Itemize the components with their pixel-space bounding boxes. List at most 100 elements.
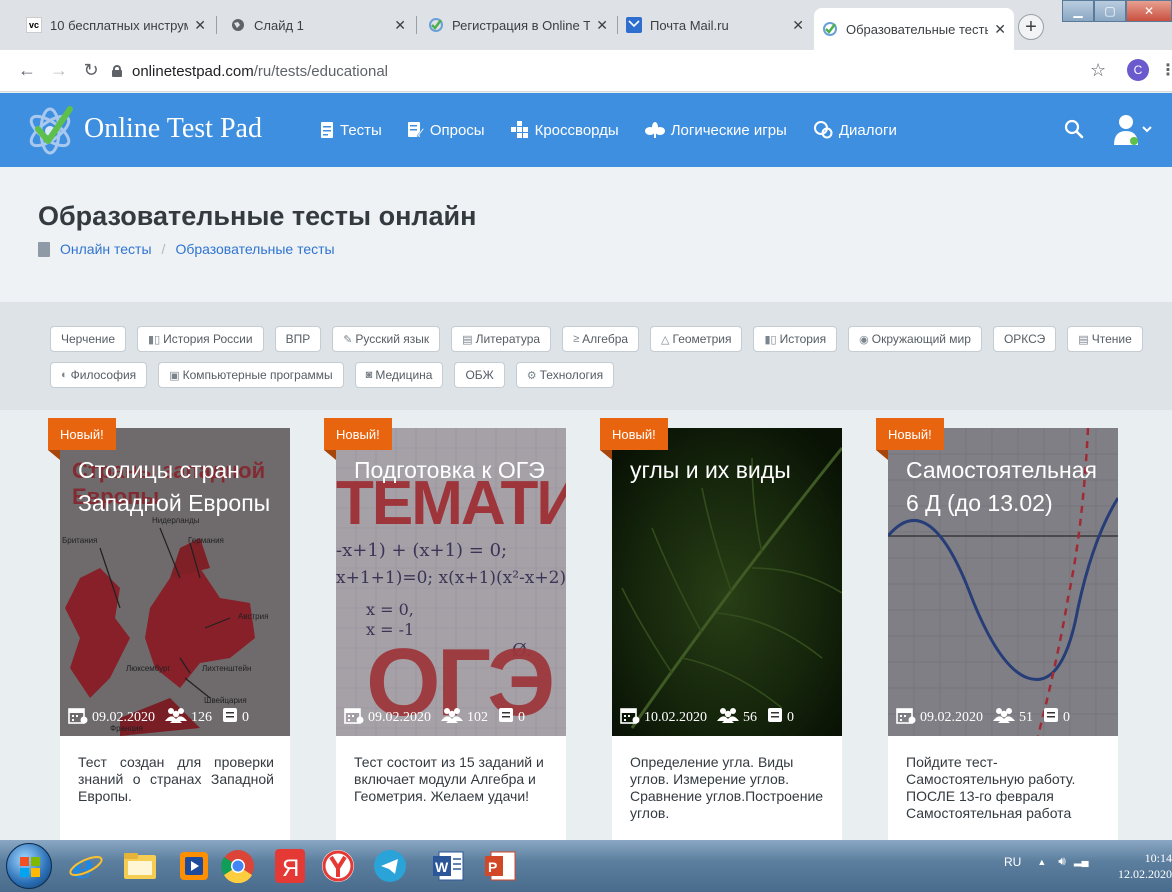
nav-crosswords[interactable]: Кроссворды	[510, 121, 619, 139]
calendar-icon	[68, 706, 88, 729]
vc-ru-favicon: vc	[26, 17, 42, 33]
test-card[interactable]: Новый! Самостоятельная 6 Д (до 13.02) 09…	[876, 418, 1118, 848]
category-chip-geometry[interactable]: △ Геометрия	[650, 326, 743, 352]
category-chip-obzh[interactable]: ОБЖ	[454, 362, 505, 388]
new-badge: Новый!	[324, 418, 392, 460]
yandex-icon[interactable]: Я	[270, 846, 310, 886]
reload-icon[interactable]: ↻	[80, 60, 102, 81]
user-account-icon[interactable]	[1112, 113, 1152, 147]
telegram-icon[interactable]	[370, 846, 410, 886]
nav-tests[interactable]: Тесты	[320, 122, 382, 139]
browser-tab-3[interactable]: Регистрация в Online Test P ✕	[420, 8, 616, 42]
book-icon: ▤	[1078, 333, 1089, 346]
card-comments: 0	[787, 709, 794, 725]
nav-dialogs[interactable]: Диалоги	[813, 121, 897, 139]
signal-icon[interactable]: ▂▄	[1074, 856, 1089, 867]
chip-label: ВПР	[285, 332, 311, 346]
mail-favicon	[626, 17, 642, 33]
taskbar-clock[interactable]: 10:14 12.02.2020	[1118, 850, 1172, 882]
chip-label: ОРКСЭ	[1003, 332, 1046, 346]
category-chip-medicine[interactable]: ◙ Медицина	[354, 362, 444, 388]
category-chip-algebra[interactable]: ≥ Алгебра	[562, 326, 640, 352]
nav-logic-games[interactable]: Логические игры	[644, 122, 787, 139]
history-icon: ▮▯	[764, 333, 777, 346]
language-indicator[interactable]: RU	[1004, 855, 1021, 869]
card-title[interactable]: углы и их виды	[630, 454, 830, 487]
maximize-icon[interactable]: ▢	[1094, 0, 1126, 22]
profile-avatar[interactable]: C	[1127, 59, 1149, 81]
chip-label: ОБЖ	[465, 368, 494, 382]
page-title: Образовательные тесты онлайн	[38, 201, 477, 231]
category-chip-technology[interactable]: ⚙ Технология	[515, 362, 615, 388]
test-card[interactable]: Новый! ТЕМАТИ -x+1) + (x+1) = 0; x+1+1)=…	[324, 418, 566, 848]
chrome-icon[interactable]	[218, 846, 258, 886]
card-title[interactable]: Подготовка к ОГЭ	[354, 454, 554, 487]
category-chip-history[interactable]: ▮▯ История	[753, 326, 838, 352]
site-logo[interactable]: Online Test Pad	[24, 99, 262, 159]
category-chip-russian-history[interactable]: ▮▯ История России	[137, 326, 264, 352]
forward-arrow-icon[interactable]: →	[48, 60, 70, 81]
media-icon[interactable]	[174, 846, 214, 886]
triangle-icon: △	[661, 333, 670, 346]
logic-games-icon	[644, 122, 665, 138]
category-filter: Черчение ▮▯ История России ВПР ✎ Русский я…	[0, 302, 1172, 410]
close-tab-icon[interactable]: ✕	[596, 17, 608, 34]
card-title[interactable]: Столицы стран Западной Европы	[78, 454, 278, 520]
test-card[interactable]: Новый! углы и их виды 10.02.2020 56 0 Оп…	[600, 418, 842, 848]
bookmark-star-icon[interactable]: ☆	[1090, 60, 1106, 81]
explorer-icon[interactable]	[120, 846, 160, 886]
document-icon	[38, 241, 50, 257]
browser-tab-active[interactable]: Образовательные тесты он ✕	[814, 8, 1014, 50]
category-chip-orkse[interactable]: ОРКСЭ	[992, 326, 1057, 352]
category-chip-philosophy[interactable]: ◐ Философия	[50, 362, 148, 388]
powerpoint-icon[interactable]: P	[480, 846, 520, 886]
card-description: Определение угла. Виды углов. Измерение …	[630, 754, 824, 821]
back-arrow-icon[interactable]: ←	[16, 60, 38, 81]
nav-polls[interactable]: Опросы	[407, 121, 485, 139]
tray-expand-icon[interactable]: ▲	[1037, 857, 1046, 867]
volume-icon[interactable]: 🔊︎	[1058, 854, 1066, 869]
browser-tab-2[interactable]: Слайд 1 ✕	[222, 8, 414, 42]
comments-icon	[767, 707, 783, 728]
category-chip-world-around[interactable]: ◉ Окружающий мир	[848, 326, 982, 352]
nav-label: Опросы	[429, 121, 485, 139]
category-chip-vpr[interactable]: ВПР	[274, 326, 322, 352]
url-field[interactable]: onlinetestpad.com/ru/tests/educational	[112, 58, 1112, 84]
category-chip-literature[interactable]: ▤ Литература	[451, 326, 552, 352]
close-tab-icon[interactable]: ✕	[394, 17, 406, 34]
word-icon[interactable]: W	[428, 846, 468, 886]
camera-icon: ◙	[365, 369, 373, 381]
close-tab-icon[interactable]: ✕	[994, 21, 1006, 38]
ie-icon[interactable]: e	[66, 846, 106, 886]
close-window-icon[interactable]: ✕	[1126, 0, 1172, 22]
breadcrumb-item-online-tests[interactable]: Онлайн тесты	[60, 241, 152, 257]
browser-tab-1[interactable]: vc 10 бесплатных инструменто ✕	[18, 8, 214, 42]
new-tab-button[interactable]: +	[1018, 14, 1044, 40]
test-card[interactable]: Новый! Страны западной Европы Нидерланды…	[48, 418, 290, 848]
card-date: 09.02.2020	[368, 709, 431, 725]
yandex-browser-icon[interactable]	[318, 846, 358, 886]
breadcrumb-item-educational[interactable]: Образовательные тесты	[175, 241, 334, 257]
search-icon[interactable]	[1064, 119, 1084, 139]
category-chip-drafting[interactable]: Черчение	[50, 326, 127, 352]
close-tab-icon[interactable]: ✕	[792, 17, 804, 34]
chip-label: Окружающий мир	[871, 332, 971, 346]
card-participants: 102	[467, 709, 488, 725]
close-tab-icon[interactable]: ✕	[194, 17, 206, 34]
history-icon: ▮▯	[148, 333, 161, 346]
nav-label: Тесты	[340, 121, 382, 139]
tab-title: Регистрация в Online Test P	[452, 17, 590, 33]
participants-icon	[165, 707, 187, 728]
card-title[interactable]: Самостоятельная 6 Д (до 13.02)	[906, 454, 1106, 520]
address-bar: ← → ↻ onlinetestpad.com/ru/tests/educati…	[0, 50, 1172, 92]
category-chip-reading[interactable]: ▤ Чтение	[1067, 326, 1143, 352]
new-badge: Новый!	[600, 418, 668, 460]
tab-separator	[216, 16, 217, 34]
windows-start-icon[interactable]	[6, 843, 52, 889]
menu-kebab-icon[interactable]: ⋮	[1160, 60, 1172, 80]
category-chip-russian-language[interactable]: ✎ Русский язык	[332, 326, 441, 352]
minimize-icon[interactable]: ▁	[1062, 0, 1094, 22]
category-chip-computer-programs[interactable]: ▣ Компьютерные программы	[158, 362, 344, 388]
browser-tab-4[interactable]: Почта Mail.ru ✕	[618, 8, 812, 42]
breadcrumb: Онлайн тесты / Образовательные тесты	[38, 241, 335, 257]
